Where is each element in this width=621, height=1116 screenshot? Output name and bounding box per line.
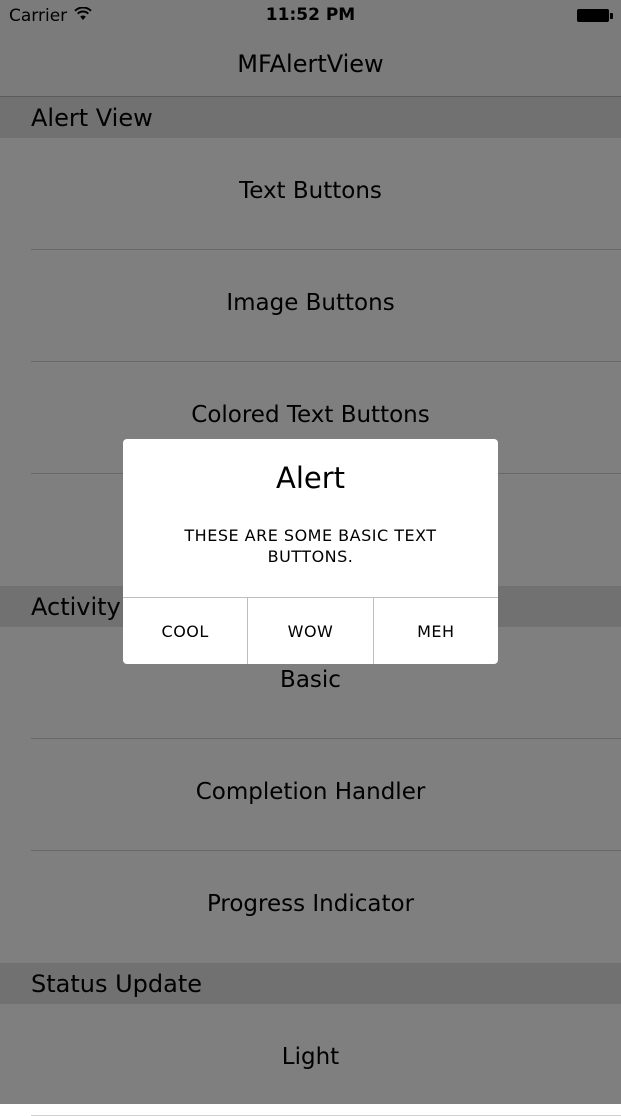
cool-button[interactable]: COOL: [123, 598, 247, 664]
alert-button-row: COOL WOW MEH: [123, 597, 498, 664]
alert-dialog: Alert THESE ARE SOME BASIC TEXT BUTTONS.…: [123, 439, 498, 664]
alert-title: Alert: [275, 461, 346, 495]
meh-button[interactable]: MEH: [372, 598, 498, 664]
alert-message: THESE ARE SOME BASIC TEXT BUTTONS.: [184, 526, 437, 566]
wow-button[interactable]: WOW: [247, 598, 372, 664]
screen: Carrier 11:52 PM MFAlertView Alert View …: [0, 0, 621, 1116]
